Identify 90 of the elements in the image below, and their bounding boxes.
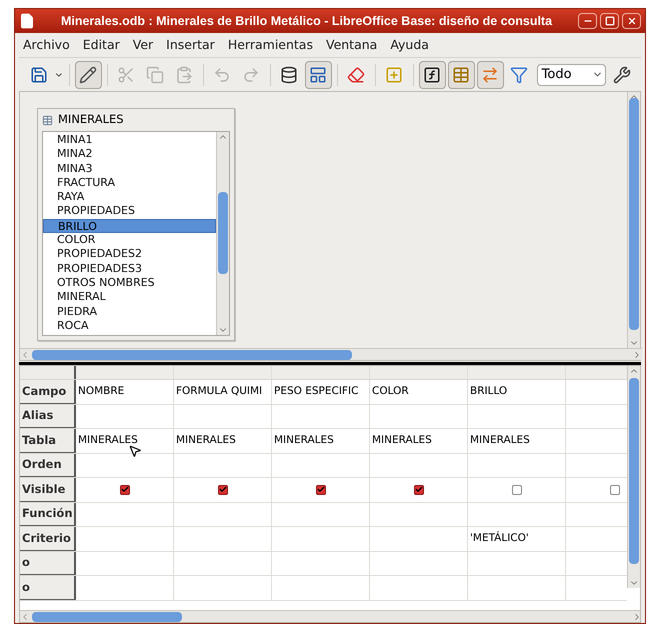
table-icon — [452, 66, 470, 84]
vertical-scrollbar[interactable] — [216, 132, 229, 335]
eraser-icon — [347, 66, 366, 84]
field-list-item[interactable]: OTROS NOMBRES — [43, 276, 216, 290]
toolbar-button[interactable] — [418, 60, 446, 88]
scrollbar-thumb[interactable] — [32, 612, 182, 622]
function-icon — [423, 66, 442, 84]
grid-cell-text: MINERALES — [470, 432, 530, 448]
window-control-button[interactable] — [578, 13, 597, 29]
toolbar-button[interactable] — [74, 60, 102, 88]
row-header: Campo — [20, 380, 76, 404]
database-icon — [280, 66, 298, 84]
field-list-item[interactable]: FRACTURA — [43, 176, 216, 190]
vertical-scrollbar[interactable] — [627, 92, 640, 348]
window-title: Minerales.odb : Minerales de Brillo Metálico - LibreOffice Base: diseño de consulta — [60, 12, 554, 30]
row-header: Criterio — [20, 527, 76, 550]
undo-icon — [213, 66, 232, 84]
visible-checkbox[interactable] — [316, 484, 326, 495]
check-icon — [316, 485, 324, 494]
arrows-icon — [481, 66, 500, 84]
row-header: Visible — [20, 478, 76, 502]
field-list-item[interactable]: PROPIEDADES — [43, 204, 216, 219]
filter-icon — [510, 66, 528, 84]
add-table-icon — [385, 66, 404, 84]
menu-item[interactable]: Archivo — [23, 36, 70, 54]
window-control-button[interactable] — [622, 13, 641, 29]
menu-item[interactable]: Insertar — [166, 36, 215, 54]
field-list-item[interactable]: PROPIEDADES2 — [43, 247, 216, 262]
field-list-item[interactable]: MINERAL — [43, 290, 216, 305]
mouse-cursor-icon — [128, 444, 142, 458]
horizontal-scrollbar[interactable] — [20, 348, 642, 360]
redo-icon — [242, 66, 260, 84]
row-header: Orden — [20, 454, 76, 477]
wrench-icon — [612, 66, 630, 84]
check-icon — [120, 485, 128, 494]
field-list-item[interactable]: MINA2 — [43, 147, 216, 162]
grid-cell-text: MINERALES — [372, 432, 432, 448]
field-list-item[interactable]: COLOR — [43, 233, 216, 248]
grid-cell-text: 'METÁLICO' — [470, 530, 529, 546]
row-header: Función — [20, 502, 76, 526]
grid-cell-text: BRILLO — [470, 384, 508, 399]
menu-item[interactable]: Ventana — [326, 36, 378, 54]
table-window-title: MINERALES — [58, 111, 124, 128]
window-icon — [309, 66, 328, 84]
row-header: Alias — [20, 404, 76, 428]
grid-cell-text: MINERALES — [78, 432, 138, 448]
grid-cell-text: NOMBRE — [78, 384, 124, 399]
scrollbar-thumb[interactable] — [218, 192, 228, 274]
visible-checkbox[interactable] — [414, 484, 424, 495]
grid-cell-text: FORMULA QUIMI — [176, 384, 262, 399]
menu-item[interactable]: Herramientas — [228, 36, 313, 54]
table-icon — [42, 114, 53, 126]
scrollbar-thumb[interactable] — [32, 350, 352, 360]
menu-item[interactable]: Editar — [82, 36, 120, 54]
check-icon — [414, 485, 422, 494]
scissors-icon — [117, 66, 136, 84]
pencil-icon — [79, 66, 98, 84]
menu-item[interactable]: Ver — [132, 36, 154, 54]
scrollbar-thumb[interactable] — [629, 378, 639, 564]
visible-checkbox[interactable] — [120, 484, 130, 495]
window-control-button[interactable] — [600, 13, 619, 29]
field-list-item[interactable]: PIEDRA — [43, 304, 216, 319]
save-icon — [30, 66, 48, 84]
grid-cell-text: MINERALES — [176, 432, 236, 448]
grid-cell-text: MINERALES — [274, 432, 334, 448]
grid-cell-text: PESO ESPECIFIC — [274, 384, 358, 399]
visible-checkbox[interactable] — [512, 484, 522, 495]
close-icon — [626, 16, 636, 26]
field-list-item[interactable]: RAYA — [43, 190, 216, 204]
menu-item[interactable]: Ayuda — [390, 36, 429, 54]
row-header: o — [20, 576, 76, 600]
vertical-scrollbar[interactable] — [627, 366, 640, 588]
maximize-icon — [604, 16, 614, 26]
check-icon — [218, 485, 226, 494]
paste-icon — [175, 66, 194, 84]
horizontal-scrollbar[interactable] — [20, 610, 640, 622]
scrollbar-thumb[interactable] — [629, 98, 639, 330]
row-header: Tabla — [20, 429, 76, 452]
document-icon — [19, 13, 35, 29]
field-list-item[interactable]: BRILLO — [43, 218, 216, 234]
copy-icon — [146, 66, 164, 84]
field-list-item[interactable]: MINA1 — [43, 133, 216, 148]
field-list-item[interactable]: MINA3 — [43, 162, 216, 176]
field-list-item[interactable]: PROPIEDADES3 — [43, 262, 216, 276]
field-list-item[interactable]: ROCA — [43, 318, 216, 334]
visible-checkbox[interactable] — [610, 484, 620, 495]
visible-checkbox[interactable] — [218, 484, 228, 495]
limit-dropdown[interactable]: Todo — [536, 64, 606, 86]
row-header: o — [20, 552, 76, 575]
grid-cell-text: COLOR — [372, 384, 409, 399]
